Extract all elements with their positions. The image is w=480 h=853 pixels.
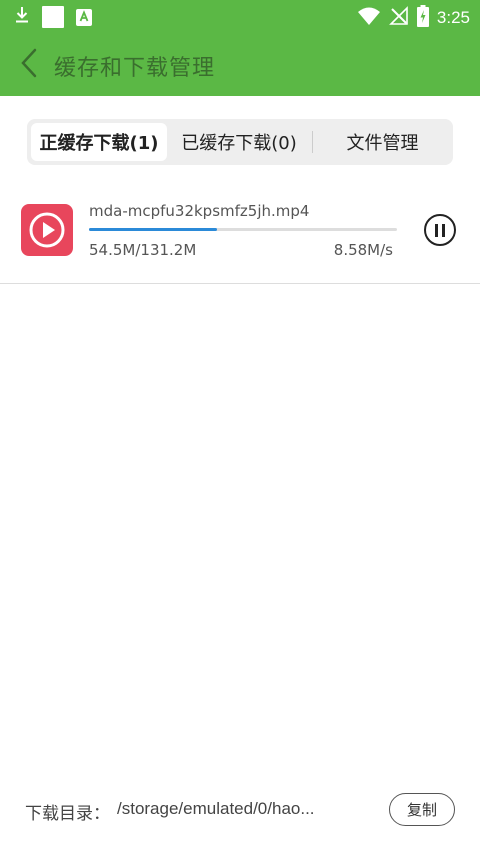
page-title: 缓存和下载管理	[54, 56, 216, 81]
chevron-left-icon	[20, 48, 38, 82]
pause-button[interactable]	[424, 214, 456, 246]
battery-charging-icon	[416, 5, 429, 31]
tab-file-management[interactable]: 文件管理	[316, 123, 449, 161]
app-bar: 缓存和下载管理	[0, 34, 480, 96]
tab-downloaded[interactable]: 已缓存下载(0)	[170, 123, 308, 161]
no-signal-icon	[388, 6, 409, 30]
download-filename: mda-mcpfu32kpsmfz5jh.mp4	[89, 202, 310, 220]
square-notification-icon	[42, 6, 64, 28]
download-dir-path: /storage/emulated/0/hao...	[117, 799, 315, 818]
download-speed: 8.58M/s	[333, 241, 393, 259]
tab-divider	[312, 131, 313, 153]
download-item[interactable]: mda-mcpfu32kpsmfz5jh.mp4 54.5M/131.2M 8.…	[0, 186, 480, 284]
app-a-icon	[76, 8, 92, 26]
download-progress-fill	[89, 228, 217, 231]
tab-bar: 正缓存下载(1) 已缓存下载(0) 文件管理	[27, 119, 453, 165]
wifi-icon	[357, 6, 381, 30]
download-dir-label: 下载目录：	[25, 804, 110, 824]
download-icon	[14, 6, 30, 28]
status-time: 3:25	[436, 8, 470, 27]
pause-icon	[433, 223, 447, 237]
status-bar: 3:25	[0, 0, 480, 34]
download-size: 54.5M/131.2M	[89, 241, 197, 259]
download-progress-bar	[89, 228, 397, 231]
back-button[interactable]	[12, 46, 46, 84]
tab-downloading[interactable]: 正缓存下载(1)	[31, 123, 167, 161]
copy-button[interactable]: 复制	[389, 793, 455, 826]
video-play-icon	[21, 204, 73, 256]
